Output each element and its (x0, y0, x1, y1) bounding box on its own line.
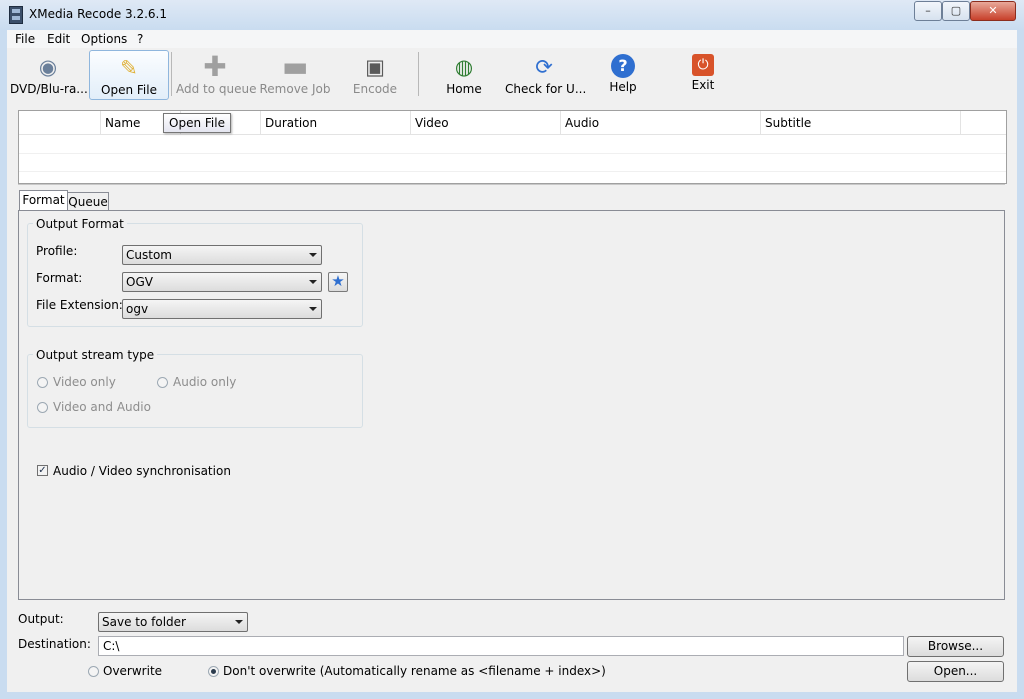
video-only-label: Video only (53, 375, 116, 389)
window-frame-left (0, 30, 7, 699)
open-file-button[interactable]: ✎ Open File (89, 50, 169, 100)
dvd-bluray-button[interactable]: ◉ DVD/Blu-ra... (10, 50, 88, 98)
add-to-queue-button[interactable]: ✚ Add to queue (176, 50, 257, 98)
menu-help[interactable]: ? (137, 32, 143, 46)
video-and-audio-label: Video and Audio (53, 400, 151, 414)
encode-icon: ▣ (365, 55, 385, 79)
checkmark-icon: ✓ (38, 465, 47, 476)
tab-format[interactable]: Format (19, 190, 68, 212)
exit-button[interactable]: ⏻ Exit (674, 50, 732, 98)
window-frame-right (1017, 30, 1024, 699)
table-row (19, 153, 1006, 172)
audio-only-label: Audio only (173, 375, 237, 389)
menu-bar (7, 30, 1017, 48)
output-stream-type-group (27, 354, 363, 428)
format-select[interactable]: OGV (122, 272, 322, 292)
tooltip: Open File (163, 113, 231, 133)
av-sync-label: Audio / Video synchronisation (53, 464, 231, 478)
overwrite-label: Overwrite (103, 664, 163, 678)
minimize-button[interactable]: – (914, 1, 942, 21)
chevron-down-icon (309, 280, 317, 284)
dont-overwrite-radio[interactable] (208, 666, 219, 677)
profile-select[interactable]: Custom (122, 245, 322, 265)
refresh-icon: ⟳ (535, 55, 553, 79)
chevron-down-icon (309, 307, 317, 311)
output-format-title: Output Format (33, 217, 127, 231)
help-button[interactable]: ? Help (592, 50, 654, 98)
format-value: OGV (126, 275, 153, 289)
file-extension-label: File Extension: (36, 298, 123, 312)
chevron-down-icon (309, 253, 317, 257)
destination-input[interactable]: C:\ (98, 636, 904, 656)
menu-edit[interactable]: Edit (47, 32, 70, 46)
column-header-filler (961, 111, 1006, 135)
minus-icon: ▬ (282, 50, 309, 83)
dont-overwrite-label: Don't overwrite (Automatically rename as… (223, 664, 606, 678)
folder-open-icon: ✎ (120, 56, 138, 80)
home-button[interactable]: ◍ Home (430, 50, 498, 98)
browse-button[interactable]: Browse... (907, 636, 1004, 657)
disc-icon: ◉ (38, 55, 58, 79)
splitter[interactable] (18, 184, 1005, 187)
favorite-format-button[interactable]: ★ (328, 272, 348, 292)
column-header-audio[interactable]: Audio (561, 111, 761, 135)
output-stream-type-title: Output stream type (33, 348, 158, 362)
encode-button[interactable]: ▣ Encode (342, 50, 408, 98)
video-and-audio-radio[interactable] (37, 402, 48, 413)
column-header-blank[interactable] (19, 111, 101, 135)
column-header-subtitle[interactable]: Subtitle (761, 111, 961, 135)
table-row (19, 135, 1006, 154)
format-label: Format: (36, 271, 83, 285)
open-folder-button[interactable]: Open... (907, 661, 1004, 682)
globe-icon: ◍ (454, 55, 474, 79)
output-value: Save to folder (102, 615, 186, 629)
toolbar-separator (171, 52, 172, 96)
window-frame-bottom (0, 692, 1024, 699)
file-extension-select[interactable]: ogv (122, 299, 322, 319)
tab-queue[interactable]: Queue (67, 192, 109, 212)
check-updates-button[interactable]: ⟳ Check for U... (505, 50, 586, 98)
av-sync-checkbox[interactable]: ✓ (37, 465, 48, 476)
menu-file[interactable]: File (15, 32, 35, 46)
output-select[interactable]: Save to folder (98, 612, 248, 632)
help-icon: ? (611, 54, 635, 78)
remove-job-button[interactable]: ▬ Remove Job (258, 50, 332, 98)
maximize-button[interactable]: ▢ (942, 1, 970, 21)
toolbar-separator (418, 52, 419, 96)
video-only-radio[interactable] (37, 377, 48, 388)
plus-icon: ✚ (203, 50, 227, 83)
star-icon: ★ (331, 272, 345, 290)
app-icon (9, 6, 23, 24)
file-extension-value: ogv (126, 302, 149, 316)
menu-options[interactable]: Options (81, 32, 127, 46)
chevron-down-icon (235, 620, 243, 624)
destination-label: Destination: (18, 637, 91, 651)
profile-value: Custom (126, 248, 172, 262)
window-title: XMedia Recode 3.2.6.1 (29, 7, 167, 21)
column-header-duration[interactable]: Duration (261, 111, 411, 135)
profile-label: Profile: (36, 244, 78, 258)
output-label: Output: (18, 612, 64, 626)
close-button[interactable]: ✕ (970, 1, 1016, 21)
power-icon: ⏻ (692, 54, 714, 76)
column-header-video[interactable]: Video (411, 111, 561, 135)
audio-only-radio[interactable] (157, 377, 168, 388)
overwrite-radio[interactable] (88, 666, 99, 677)
